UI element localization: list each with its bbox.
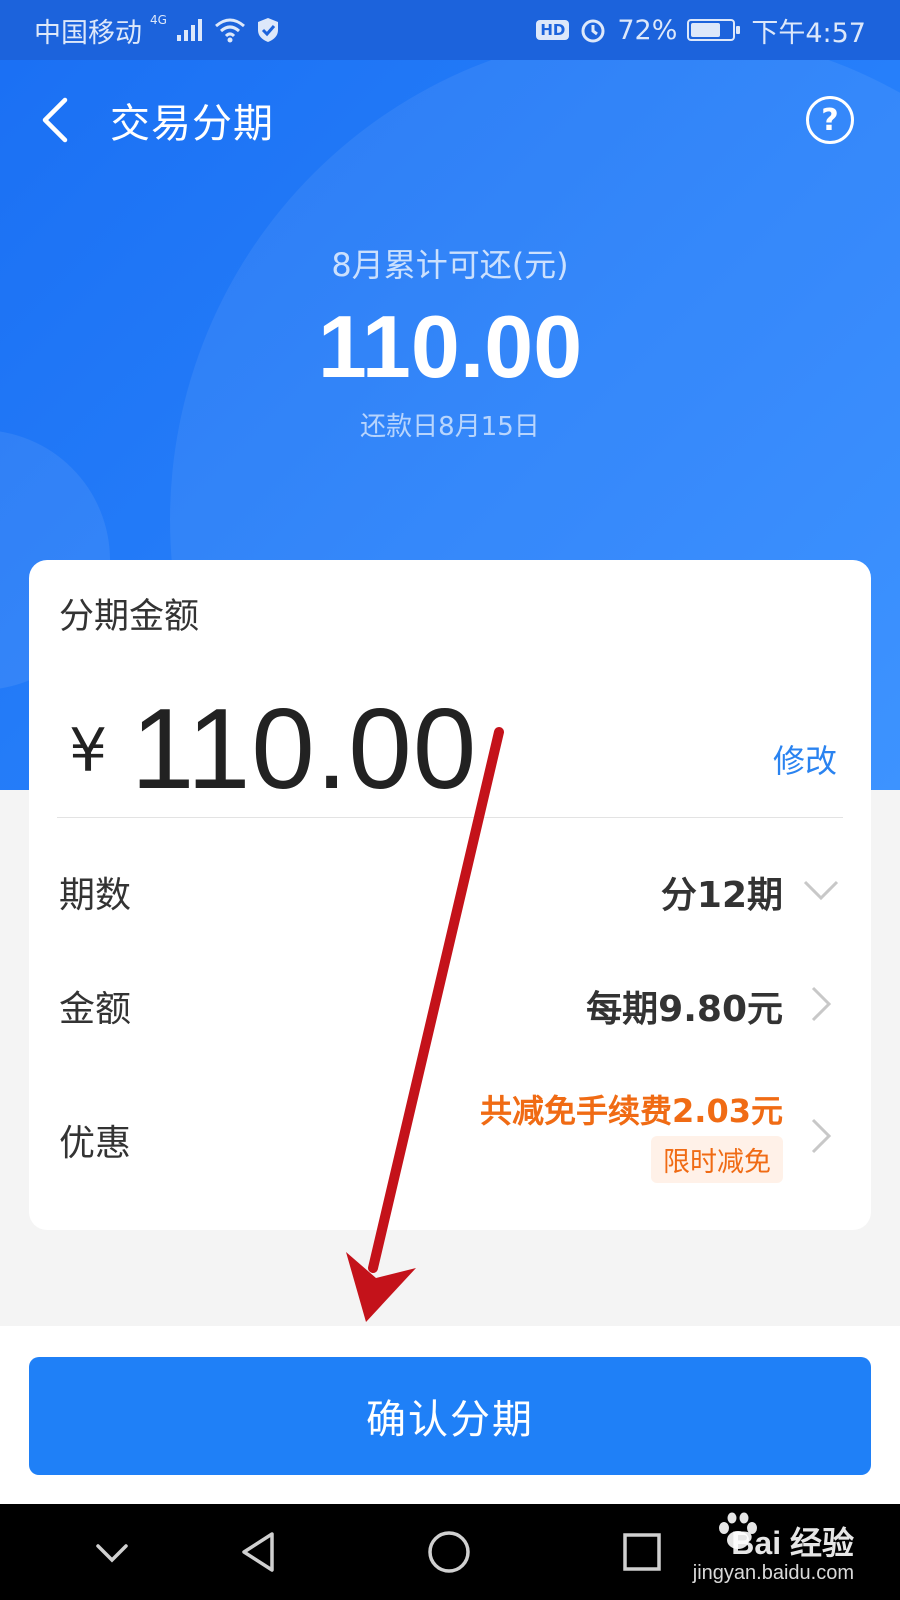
signal-icon [176, 19, 202, 41]
repayable-amount: 110.00 [317, 297, 583, 396]
title-bar: 交易分期 ? [0, 60, 900, 180]
clock: 下午4:57 [751, 17, 866, 49]
installment-amount-row: ¥ 110.00 修改 [59, 686, 845, 813]
shield-check-icon [257, 18, 278, 42]
discount-value: 共减免手续费2.03元 [480, 1092, 783, 1130]
paw-logo-icon [719, 1512, 757, 1549]
alarm-icon [581, 19, 605, 43]
repayable-label: 8月累计可还(元) [331, 246, 569, 284]
battery-percent: 72% [617, 14, 678, 46]
period-label: 期数 [59, 875, 132, 916]
installment-amount: 110.00 [131, 686, 478, 813]
chevron-down-icon[interactable] [84, 1524, 140, 1580]
home-circle-icon[interactable] [421, 1524, 477, 1580]
chevron-down-icon [803, 880, 839, 901]
per-period-value: 每期9.80元 [586, 989, 783, 1030]
chevron-right-icon [811, 1118, 832, 1154]
period-value: 分12期 [660, 875, 783, 916]
status-bar: 中国移动 4G HD 72% 下午4:57 [0, 0, 900, 60]
repayment-date: 还款日8月15日 [360, 412, 540, 442]
period-row[interactable]: 期数 分12期 [59, 858, 845, 928]
installment-card: 分期金额 ¥ 110.00 修改 期数 分12期 金额 每期9.80元 优惠 共… [29, 560, 871, 1230]
watermark-url: jingyan.baidu.com [692, 1562, 854, 1584]
battery-icon [687, 19, 741, 41]
card-title: 分期金额 [59, 597, 200, 637]
back-triangle-icon[interactable] [230, 1524, 286, 1580]
carrier-label: 中国移动 [34, 17, 142, 49]
back-button[interactable] [10, 60, 100, 180]
page-title: 交易分期 [110, 101, 274, 147]
recents-square-icon[interactable] [614, 1524, 670, 1580]
discount-row[interactable]: 优惠 共减免手续费2.03元 限时减免 [59, 1086, 845, 1186]
amount-label: 金额 [59, 989, 132, 1030]
wifi-icon [214, 18, 245, 43]
divider [57, 817, 843, 818]
confirm-installment-button[interactable]: 确认分期 [29, 1357, 871, 1475]
network-type: 4G [150, 13, 167, 27]
chevron-right-icon [811, 986, 832, 1022]
baidu-jingyan-watermark: Bai 经验 jingyan.baidu.com [674, 1508, 854, 1598]
chevron-left-icon [42, 97, 68, 143]
question-circle-icon[interactable]: ? [806, 96, 854, 144]
discount-label: 优惠 [59, 1123, 132, 1164]
battery-level [691, 23, 721, 37]
hd-badge: HD [536, 20, 570, 40]
edit-amount-link[interactable]: 修改 [773, 736, 837, 782]
limited-time-badge: 限时减免 [651, 1136, 783, 1183]
currency-symbol: ¥ [69, 716, 108, 786]
per-period-amount-row[interactable]: 金额 每期9.80元 [59, 972, 845, 1042]
